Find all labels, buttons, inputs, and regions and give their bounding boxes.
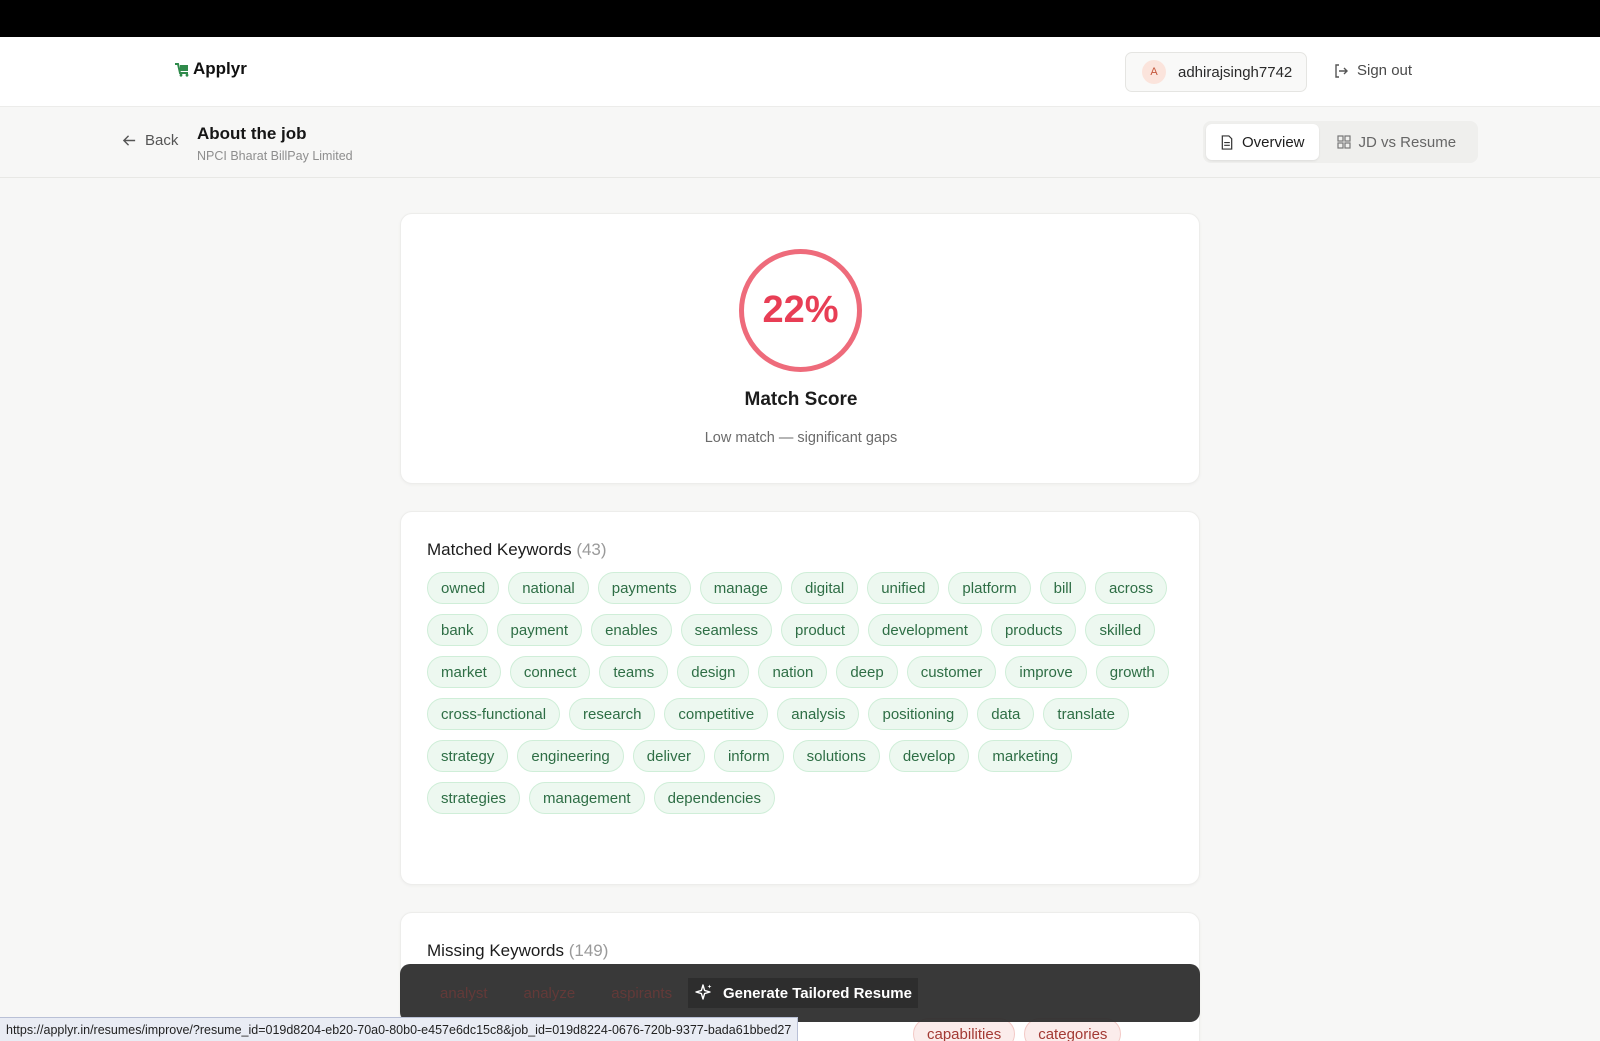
keyword-chip: products bbox=[990, 614, 1077, 646]
keyword-chip: bank bbox=[427, 614, 488, 646]
generate-tailored-resume-button[interactable]: Generate Tailored Resume bbox=[688, 978, 918, 1008]
missing-count: (149) bbox=[568, 941, 609, 960]
score-value: 22% bbox=[762, 289, 839, 331]
keyword-chip: skilled bbox=[1085, 614, 1156, 646]
keyword-chip: connect bbox=[509, 656, 591, 688]
cart-logo-icon bbox=[175, 63, 189, 77]
keyword-chip: marketing bbox=[978, 740, 1073, 772]
keyword-chip: dependencies bbox=[653, 782, 776, 814]
matched-keywords-heading: Matched Keywords (43) bbox=[427, 540, 1173, 560]
sign-out-label: Sign out bbox=[1357, 62, 1413, 79]
sign-out-button[interactable]: Sign out bbox=[1333, 62, 1412, 79]
keyword-chip: deliver bbox=[632, 740, 705, 772]
keyword-chip: strategy bbox=[427, 740, 509, 772]
keyword-chip: develop bbox=[888, 740, 970, 772]
matched-keyword-list: owned national payments manage digital unifie… bbox=[427, 572, 1173, 814]
back-button[interactable]: Back bbox=[122, 132, 178, 149]
keyword-chip: growth bbox=[1095, 656, 1169, 688]
keyword-chip: development bbox=[868, 614, 982, 646]
missing-title: Missing Keywords bbox=[427, 941, 564, 960]
missing-keyword-behind-bar: analyst bbox=[440, 985, 488, 1002]
keyword-chip: translate bbox=[1043, 698, 1129, 730]
score-title: Match Score bbox=[744, 389, 858, 410]
keyword-chip: owned bbox=[427, 572, 500, 604]
user-menu[interactable]: A adhirajsingh7742 bbox=[1125, 52, 1308, 92]
keyword-chip: strategies bbox=[427, 782, 521, 814]
keyword-chip: national bbox=[508, 572, 589, 604]
job-subheader: Back About the job NPCI Bharat BillPay L… bbox=[0, 107, 1600, 178]
keyword-chip: design bbox=[677, 656, 750, 688]
keyword-chip: data bbox=[977, 698, 1035, 730]
arrow-left-icon bbox=[122, 135, 136, 146]
page-title: About the job bbox=[197, 124, 307, 143]
keyword-chip: teams bbox=[599, 656, 669, 688]
keyword-chip: seamless bbox=[680, 614, 772, 646]
keyword-chip: product bbox=[780, 614, 860, 646]
keyword-chip: platform bbox=[948, 572, 1031, 604]
keyword-chip: improve bbox=[1005, 656, 1087, 688]
avatar: A bbox=[1142, 60, 1166, 84]
keyword-chip: bill bbox=[1039, 572, 1086, 604]
missing-keywords-heading: Missing Keywords (149) bbox=[427, 941, 1173, 961]
tab-overview[interactable]: Overview bbox=[1206, 124, 1319, 160]
keyword-chip: cross-functional bbox=[427, 698, 561, 730]
score-subtitle: Low match — significant gaps bbox=[704, 430, 898, 446]
keyword-chip: market bbox=[427, 656, 501, 688]
keyword-chip: analysis bbox=[777, 698, 860, 730]
tab-jd-vs-resume-label: JD vs Resume bbox=[1358, 133, 1457, 151]
score-ring: 22% bbox=[739, 249, 862, 372]
matched-keywords-card: Matched Keywords (43) owned national payme… bbox=[400, 511, 1200, 885]
status-bar-url: https://applyr.in/resumes/improve/?resum… bbox=[0, 1017, 799, 1041]
matched-count: (43) bbox=[576, 540, 607, 559]
company-name: NPCI Bharat BillPay Limited bbox=[197, 149, 353, 163]
keyword-chip: manage bbox=[699, 572, 783, 604]
view-tabs: Overview JD vs Resume bbox=[1203, 121, 1478, 163]
back-label: Back bbox=[145, 132, 179, 149]
keyword-chip: customer bbox=[906, 656, 997, 688]
keyword-chip: payments bbox=[597, 572, 691, 604]
keyword-chip: payment bbox=[496, 614, 583, 646]
generate-label: Generate Tailored Resume bbox=[723, 984, 912, 1002]
document-icon bbox=[1221, 134, 1233, 150]
missing-keyword-behind-bar: aspirants bbox=[611, 985, 673, 1002]
username: adhirajsingh7742 bbox=[1178, 63, 1293, 81]
keyword-chip: nation bbox=[758, 656, 828, 688]
keyword-chip: solutions bbox=[792, 740, 880, 772]
keyword-chip: positioning bbox=[868, 698, 969, 730]
keyword-chip: inform bbox=[713, 740, 784, 772]
keyword-chip: deep bbox=[836, 656, 898, 688]
logo[interactable]: Applyr bbox=[174, 59, 247, 79]
keyword-chip: research bbox=[569, 698, 656, 730]
matched-title: Matched Keywords bbox=[427, 540, 572, 559]
keyword-chip: enables bbox=[591, 614, 672, 646]
keyword-chip: management bbox=[529, 782, 645, 814]
match-score-card: 22% Match Score Low match — significant … bbox=[400, 213, 1200, 484]
logo-text: Applyr bbox=[193, 59, 247, 78]
browser-top-bar bbox=[0, 0, 1600, 37]
sparkle-icon bbox=[695, 984, 712, 1000]
keyword-chip: across bbox=[1094, 572, 1168, 604]
grid-icon bbox=[1336, 135, 1351, 149]
keyword-chip: digital bbox=[791, 572, 859, 604]
missing-keyword-behind-bar: analyze bbox=[523, 985, 576, 1002]
keyword-chip: engineering bbox=[517, 740, 624, 772]
keyword-chip: unified bbox=[867, 572, 940, 604]
keyword-chip: competitive bbox=[664, 698, 769, 730]
sign-out-icon bbox=[1335, 63, 1348, 78]
app-header: Applyr A adhirajsingh7742 Sign out bbox=[0, 37, 1600, 107]
tab-overview-label: Overview bbox=[1242, 133, 1305, 151]
tab-jd-vs-resume[interactable]: JD vs Resume bbox=[1323, 124, 1471, 160]
generate-bar: analystanalyzeaspirantspaybuildbuilding … bbox=[400, 964, 1200, 1022]
